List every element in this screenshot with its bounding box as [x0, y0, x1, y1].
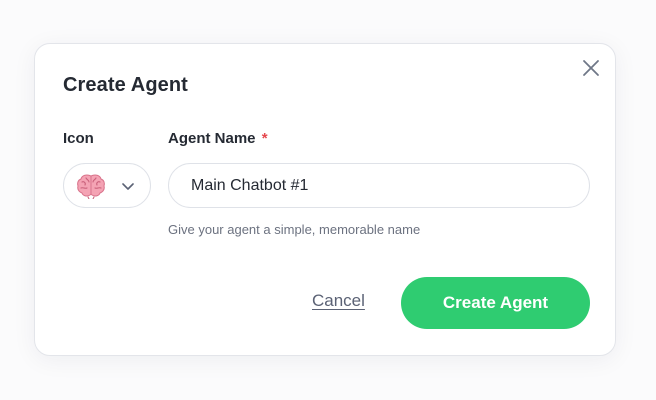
brain-icon — [77, 174, 105, 199]
create-agent-button[interactable]: Create Agent — [401, 277, 590, 329]
required-marker: * — [261, 130, 268, 147]
icon-label: Icon — [63, 130, 94, 147]
agent-name-helper-text: Give your agent a simple, memorable name — [168, 222, 421, 237]
cancel-button[interactable]: Cancel — [312, 291, 365, 311]
agent-name-label-text: Agent Name — [168, 130, 256, 147]
agent-name-input[interactable] — [168, 163, 590, 208]
agent-name-label: Agent Name * — [168, 130, 268, 147]
close-icon — [583, 60, 599, 76]
create-agent-dialog: Create Agent Icon Agent Name * Give your… — [34, 43, 616, 356]
close-button[interactable] — [579, 56, 603, 80]
dialog-title: Create Agent — [63, 74, 188, 96]
icon-picker-dropdown[interactable] — [63, 163, 151, 208]
chevron-down-icon — [122, 182, 134, 190]
